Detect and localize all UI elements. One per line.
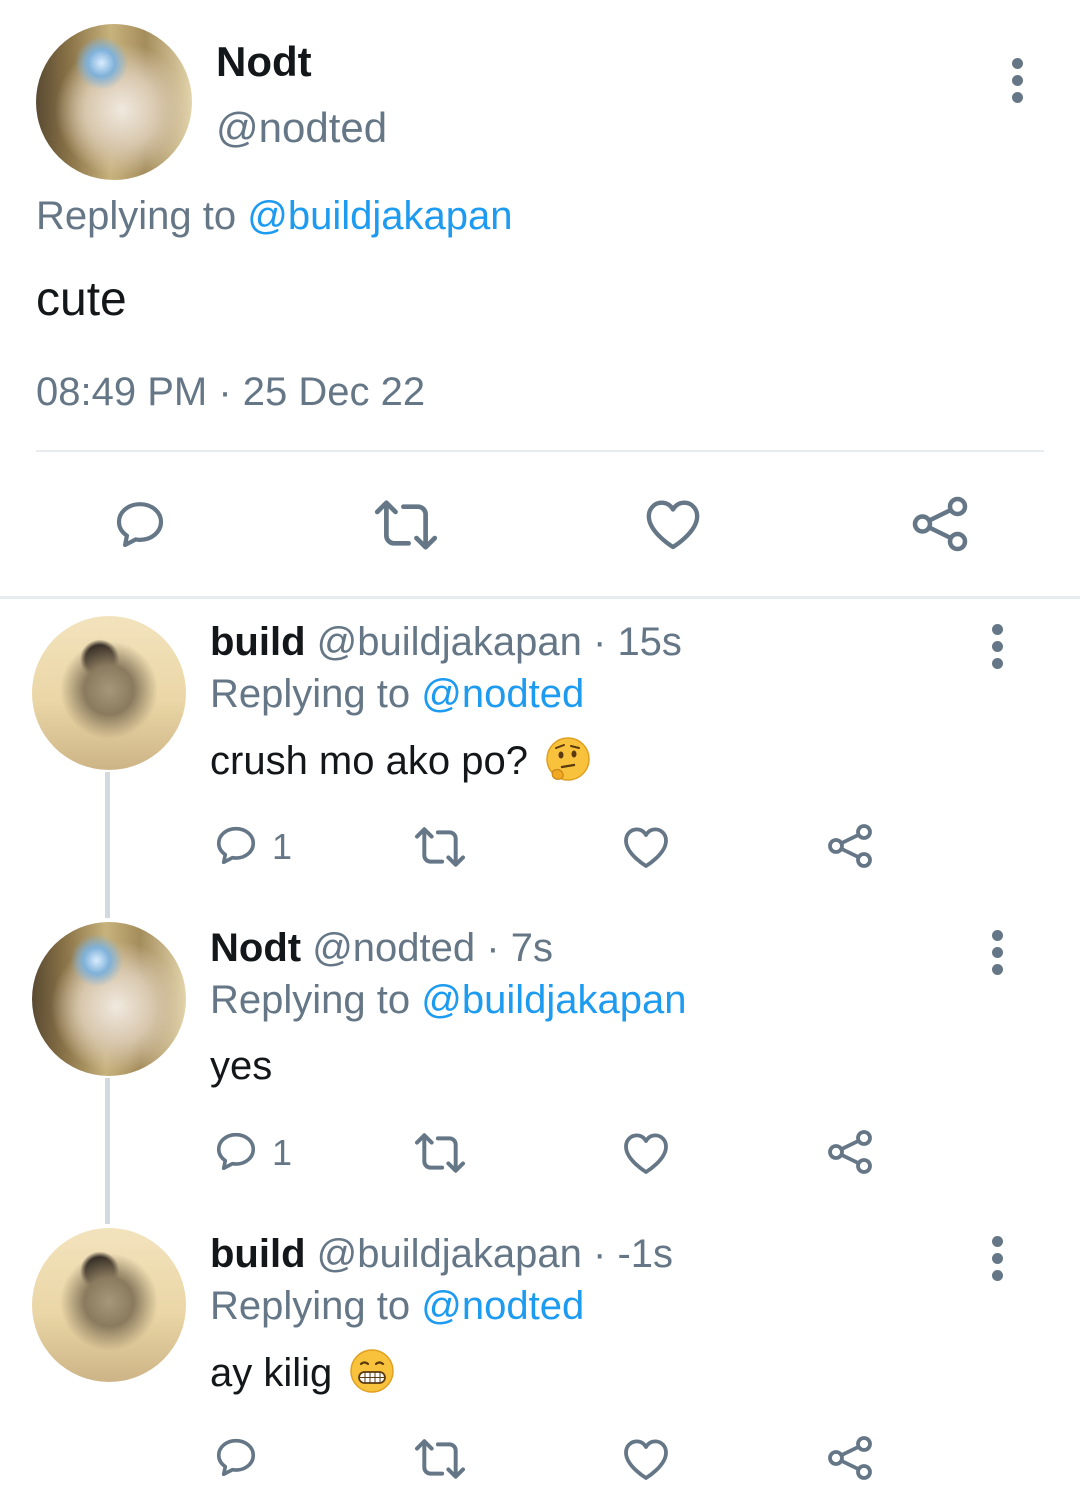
share-icon[interactable] — [826, 822, 874, 870]
retweet-icon[interactable] — [412, 1436, 468, 1482]
comment-icon[interactable] — [212, 822, 260, 868]
reply-count: 1 — [272, 1132, 293, 1173]
thinking-face-icon — [545, 736, 591, 792]
comment-icon[interactable] — [110, 496, 170, 552]
reply-header: build @buildjakapan · 15s — [210, 620, 682, 665]
avatar[interactable] — [32, 1228, 186, 1382]
tweet-text: cute — [36, 273, 127, 326]
more-icon[interactable] — [992, 1236, 1004, 1287]
comment-icon[interactable] — [212, 1434, 260, 1480]
retweet-icon[interactable] — [372, 496, 440, 554]
avatar[interactable] — [32, 616, 186, 770]
avatar[interactable] — [36, 24, 192, 180]
tweet-text-line: ay kilig — [210, 1348, 395, 1404]
thread-line — [105, 772, 110, 918]
author-name[interactable]: build — [210, 620, 306, 664]
more-icon[interactable] — [992, 930, 1004, 981]
author-meta[interactable]: @nodted · 7s — [312, 926, 553, 970]
like-icon[interactable] — [622, 824, 670, 870]
retweet-icon[interactable] — [412, 824, 468, 870]
share-icon[interactable] — [910, 494, 970, 554]
replying-line: Replying to @nodted — [210, 1284, 584, 1329]
like-icon[interactable] — [622, 1130, 670, 1176]
like-icon[interactable] — [622, 1436, 670, 1482]
comment-icon[interactable] — [212, 1128, 260, 1174]
reply-target-link[interactable]: @nodted — [421, 1284, 584, 1328]
more-icon[interactable] — [992, 624, 1004, 675]
author-name[interactable]: build — [210, 1232, 306, 1276]
replying-label: Replying to — [210, 1284, 411, 1328]
grinning-face-icon — [349, 1348, 395, 1404]
reply-target-link[interactable]: @buildjakapan — [247, 194, 512, 238]
reply-header: build @buildjakapan · -1s — [210, 1232, 673, 1277]
avatar[interactable] — [32, 922, 186, 1076]
share-icon[interactable] — [826, 1128, 874, 1176]
author-meta[interactable]: @buildjakapan · -1s — [317, 1232, 673, 1276]
author-name[interactable]: Nodt — [216, 38, 312, 86]
tweet-text-line: crush mo ako po? — [210, 736, 591, 792]
share-icon[interactable] — [826, 1434, 874, 1482]
author-handle[interactable]: @nodted — [216, 104, 387, 152]
divider — [0, 596, 1080, 599]
reply-count: 1 — [272, 826, 293, 867]
author-meta[interactable]: @buildjakapan · 15s — [317, 620, 682, 664]
more-icon[interactable] — [1012, 58, 1024, 109]
tweet-timestamp[interactable]: 08:49 PM · 25 Dec 22 — [36, 370, 425, 415]
replying-line: Replying to @buildjakapan — [36, 194, 512, 239]
replying-label: Replying to — [36, 194, 237, 238]
reply-target-link[interactable]: @buildjakapan — [421, 978, 686, 1022]
author-name[interactable]: Nodt — [210, 926, 301, 970]
replying-label: Replying to — [210, 978, 411, 1022]
divider — [36, 450, 1044, 452]
reply-target-link[interactable]: @nodted — [421, 672, 584, 716]
replying-label: Replying to — [210, 672, 411, 716]
retweet-icon[interactable] — [412, 1130, 468, 1176]
thread-line — [105, 1078, 110, 1224]
tweet-text: ay kilig — [210, 1351, 333, 1395]
replying-line: Replying to @nodted — [210, 672, 584, 717]
reply-header: Nodt @nodted · 7s — [210, 926, 553, 971]
tweet-text: yes — [210, 1044, 273, 1088]
like-icon[interactable] — [644, 496, 702, 552]
tweet-text: crush mo ako po? — [210, 739, 528, 783]
replying-line: Replying to @buildjakapan — [210, 978, 686, 1023]
